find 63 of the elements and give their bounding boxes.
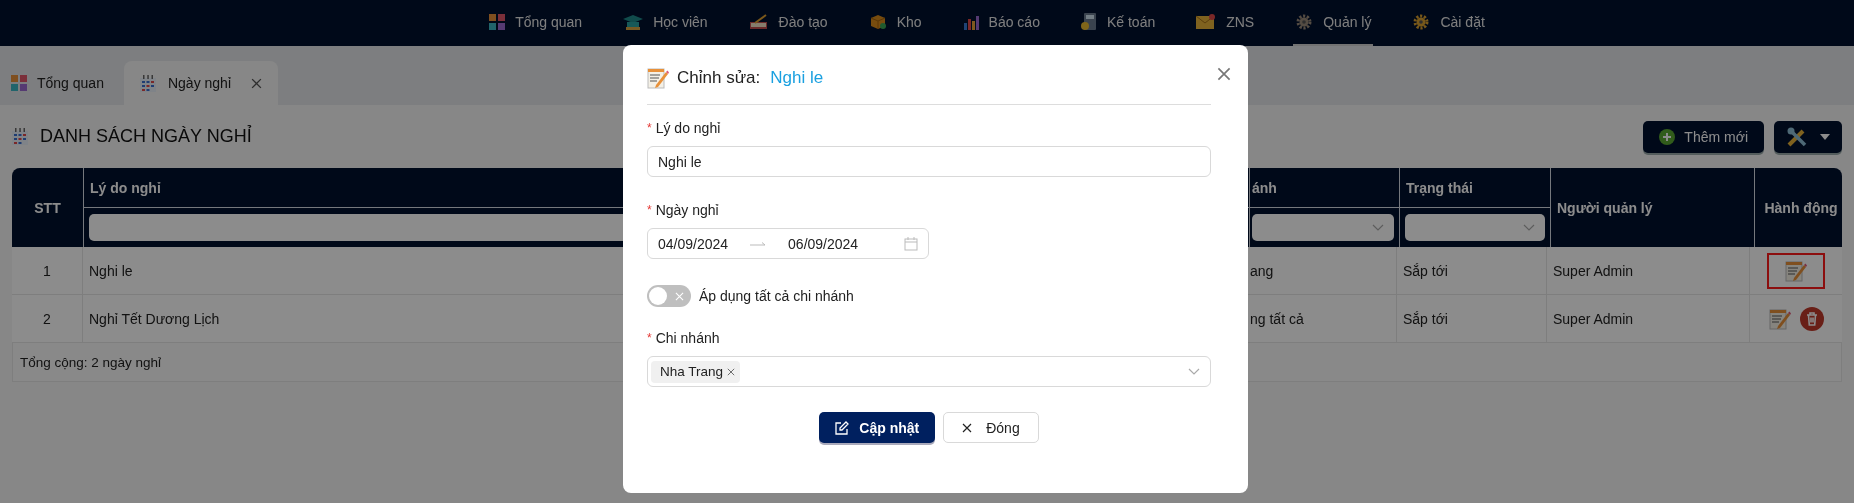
- chevron-down-icon: [1523, 223, 1535, 232]
- column-header: Người quản lý: [1551, 168, 1754, 247]
- close-icon: [1217, 67, 1231, 81]
- text-field[interactable]: Nghi le: [647, 146, 1211, 177]
- close-icon: [962, 422, 973, 433]
- plus-circle-icon: [1659, 128, 1676, 145]
- toggle-switch[interactable]: [647, 285, 691, 307]
- required-mark: *: [647, 331, 652, 345]
- edit-button[interactable]: [1767, 252, 1825, 289]
- bar-chart-icon: [962, 14, 979, 30]
- table-cell: Super Admin: [1547, 295, 1750, 342]
- table-cell: 2: [12, 295, 83, 342]
- tag-chip[interactable]: Nha Trang: [651, 360, 741, 383]
- column-header: STT: [12, 168, 83, 247]
- remove-icon: [727, 367, 736, 376]
- x-icon: [675, 291, 684, 301]
- chevron-down-icon: [1188, 367, 1200, 376]
- box-icon: [868, 14, 887, 30]
- caret-icon: [1820, 133, 1830, 140]
- book-pencil-icon: [748, 14, 769, 30]
- date-range-field[interactable]: 04/09/2024 06/09/2024: [647, 228, 929, 259]
- notepad-pencil-icon: [647, 67, 669, 89]
- field-label: Lý do nghỉ: [655, 120, 721, 136]
- table-cell: Sắp tới: [1397, 295, 1547, 342]
- calendar-icon: [139, 74, 156, 92]
- select-field[interactable]: Nha Trang: [647, 356, 1211, 387]
- chevron-down-icon: [1372, 223, 1384, 232]
- gear-icon: [1412, 13, 1431, 31]
- page-title: DANH SÁCH NGÀY NGHỈ: [40, 126, 252, 147]
- tab[interactable]: Ngày nghỉ: [123, 61, 278, 105]
- grid-icon: [11, 75, 27, 91]
- wrench-pencil-icon: [1786, 125, 1808, 148]
- table-cell: Sắp tới: [1397, 247, 1547, 294]
- update-button[interactable]: Cập nhật: [819, 412, 936, 443]
- grid-icon: [489, 14, 506, 30]
- dialog-title: Chỉnh sửa:: [677, 68, 761, 88]
- edit-icon: [835, 420, 850, 435]
- tag-label: Nha Trang: [660, 364, 724, 379]
- gears-icon: [1295, 13, 1314, 31]
- notepad-pencil-icon: [1768, 307, 1791, 330]
- column-header: Trạng thái: [1400, 168, 1550, 207]
- trash-icon: [1799, 306, 1824, 331]
- nav-item[interactable]: Tổng quan: [487, 0, 585, 46]
- nav-item[interactable]: Cài đặt: [1410, 0, 1487, 46]
- close-button[interactable]: [1217, 67, 1231, 81]
- close-icon: [251, 77, 262, 89]
- close-button[interactable]: Đóng: [943, 412, 1039, 443]
- close-button[interactable]: [251, 77, 262, 89]
- envelope-icon: [1196, 14, 1217, 30]
- column-header: ánh: [1250, 168, 1399, 207]
- table-cell: Super Admin: [1547, 247, 1750, 294]
- tools-button[interactable]: [1774, 120, 1842, 153]
- calculator-icon: [1080, 13, 1097, 31]
- required-mark: *: [647, 121, 652, 135]
- notepad-pencil-icon: [1785, 259, 1807, 282]
- calendar-icon: [12, 128, 28, 145]
- dialog-subject: Nghi le: [770, 68, 824, 88]
- delete-button[interactable]: [1797, 305, 1826, 332]
- column-header: Hành động: [1755, 168, 1842, 247]
- table-cell: 1: [12, 247, 83, 294]
- add-button[interactable]: Thêm mới: [1643, 120, 1764, 153]
- graduation-cap-icon: [623, 14, 644, 30]
- calendar-icon: [904, 236, 918, 251]
